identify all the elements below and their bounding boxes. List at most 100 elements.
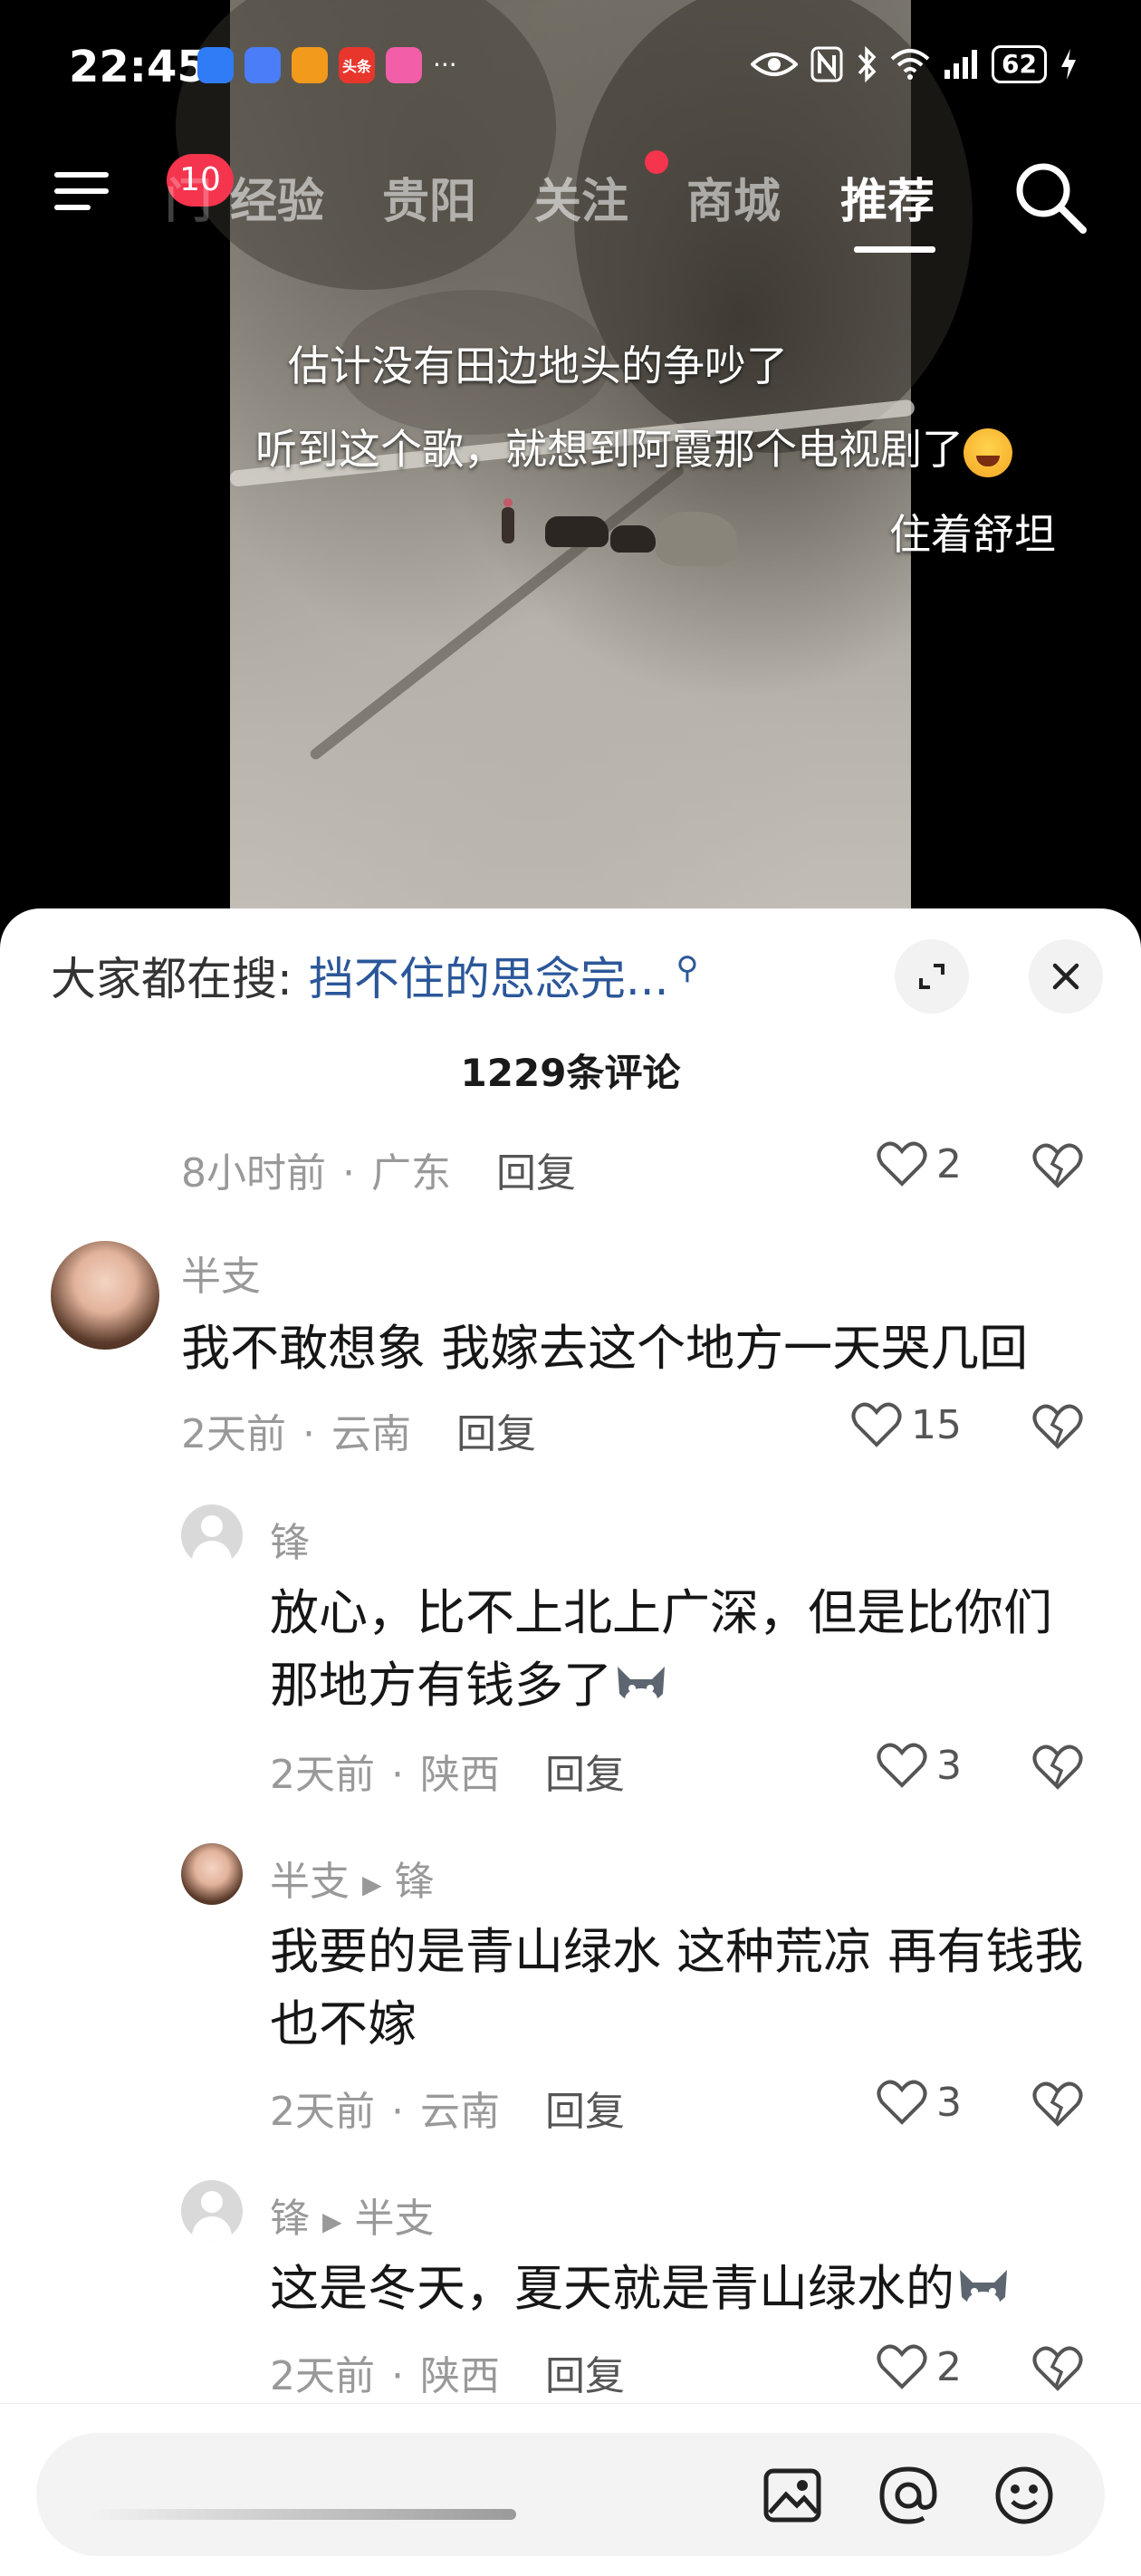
comment-text: 我要的是青山绿水 这种荒凉 再有钱我也不嫁 bbox=[270, 1923, 1084, 2052]
like-button[interactable]: 15 bbox=[851, 1401, 962, 1448]
separator: · bbox=[391, 2353, 404, 2399]
separator: · bbox=[342, 1150, 355, 1197]
menu-button[interactable]: 10 bbox=[54, 154, 234, 214]
menu-line bbox=[54, 172, 109, 178]
heart-icon bbox=[877, 2344, 927, 2389]
comment-region: 陕西 bbox=[420, 1752, 500, 1798]
tab-following[interactable]: 关注 bbox=[534, 163, 628, 231]
avatar[interactable] bbox=[181, 2180, 243, 2242]
comment-time: 8小时前 bbox=[181, 1150, 326, 1197]
reply-button[interactable]: 回复 bbox=[545, 2089, 625, 2135]
nfc-icon bbox=[810, 46, 843, 82]
comment-meta: 2天前 · 云南 回复 bbox=[181, 1401, 536, 1459]
comment-region: 广东 bbox=[371, 1150, 451, 1197]
expand-button[interactable] bbox=[895, 939, 969, 1014]
status-time: 22:45 bbox=[69, 42, 207, 92]
like-button[interactable]: 2 bbox=[877, 2343, 962, 2390]
active-tab-indicator bbox=[854, 246, 935, 253]
broken-heart-icon bbox=[1032, 1404, 1083, 1449]
search-button[interactable] bbox=[1011, 158, 1090, 237]
trending-search[interactable]: 大家都在搜: 挡不住的思念完... ⚲ bbox=[51, 943, 698, 1008]
status-app-icons: 头条 ··· bbox=[197, 47, 457, 83]
broken-heart-icon bbox=[1032, 2081, 1083, 2127]
comment-username[interactable]: 锋 ▶ 半支 bbox=[270, 2186, 435, 2244]
wifi-icon bbox=[890, 49, 930, 80]
image-icon[interactable] bbox=[761, 2464, 824, 2527]
eye-icon bbox=[751, 53, 799, 76]
comment-region: 陕西 bbox=[420, 2353, 500, 2399]
close-icon bbox=[1052, 963, 1079, 990]
broken-heart-icon bbox=[1032, 1143, 1083, 1188]
comment-username[interactable]: 锋 bbox=[270, 1510, 310, 1568]
separator: · bbox=[302, 1411, 315, 1457]
menu-line bbox=[54, 188, 109, 194]
fox-emoji-icon bbox=[618, 1667, 665, 1711]
like-button[interactable]: 3 bbox=[877, 2079, 962, 2126]
menu-line bbox=[54, 205, 91, 210]
separator: · bbox=[391, 2089, 404, 2135]
status-bar: 22:45 头条 ··· 62 bbox=[0, 0, 1141, 145]
dislike-button[interactable] bbox=[1032, 1403, 1083, 1454]
heart-icon bbox=[877, 1141, 927, 1187]
comment-region: 云南 bbox=[331, 1411, 411, 1457]
tab-partial[interactable]: 门 bbox=[165, 163, 212, 231]
comment-input-bar bbox=[0, 2403, 1141, 2576]
like-count: 2 bbox=[936, 1140, 962, 1187]
dislike-button[interactable] bbox=[1032, 2081, 1083, 2131]
battery-indicator: 62 bbox=[992, 45, 1047, 83]
comment-meta: 8小时前 · 广东 回复 bbox=[181, 1140, 576, 1198]
avatar[interactable] bbox=[181, 1843, 243, 1905]
tab-recommend[interactable]: 推荐 bbox=[840, 163, 935, 231]
app-toutiao-icon: 头条 bbox=[339, 47, 375, 83]
comment-username[interactable]: 半支 bbox=[181, 1244, 261, 1302]
reply-button[interactable]: 回复 bbox=[496, 1150, 576, 1197]
like-button[interactable]: 3 bbox=[877, 1742, 962, 1789]
avatar[interactable] bbox=[51, 1241, 159, 1350]
comment-time: 2天前 bbox=[181, 1411, 286, 1457]
tab-mall[interactable]: 商城 bbox=[686, 163, 781, 231]
reply-button[interactable]: 回复 bbox=[456, 1411, 536, 1457]
like-button[interactable]: 2 bbox=[877, 1140, 962, 1187]
new-content-dot bbox=[645, 150, 668, 174]
app-play-icon bbox=[292, 47, 328, 83]
comment-text: 放心，比不上北上广深，但是比你们那地方有钱多了 bbox=[270, 1584, 1052, 1714]
more-notifications-icon: ··· bbox=[433, 50, 457, 80]
comment-time: 2天前 bbox=[270, 2089, 375, 2135]
heart-icon bbox=[877, 1743, 927, 1788]
trending-search-label: 大家都在搜: bbox=[51, 953, 292, 1005]
tab-experience[interactable]: 经验 bbox=[230, 163, 324, 231]
top-navigation: 10 门 经验 贵阳 关注 商城 推荐 bbox=[0, 145, 1141, 253]
close-button[interactable] bbox=[1029, 939, 1103, 1014]
charging-icon bbox=[1061, 49, 1076, 80]
emoji-icon[interactable] bbox=[992, 2464, 1056, 2527]
comment-meta: 2天前 · 云南 回复 bbox=[270, 2079, 625, 2137]
reply-button[interactable]: 回复 bbox=[545, 2353, 625, 2399]
input-cursor-hint bbox=[91, 2509, 516, 2520]
dislike-button[interactable] bbox=[1032, 2345, 1083, 2396]
app-globe-icon bbox=[244, 47, 281, 83]
reply-arrow-icon: ▶ bbox=[322, 2206, 342, 2236]
comment-text: 这是冬天，夏天就是青山绿水的 bbox=[270, 2253, 1103, 2325]
comment-region: 云南 bbox=[420, 2089, 500, 2135]
ravine bbox=[308, 463, 686, 762]
avatar[interactable] bbox=[181, 1504, 243, 1566]
tab-guiyang[interactable]: 贵阳 bbox=[382, 163, 476, 231]
comment-username[interactable]: 半支 ▶ 锋 bbox=[270, 1849, 435, 1907]
app-bubble-icon bbox=[386, 47, 422, 83]
separator: · bbox=[391, 1752, 404, 1798]
comment-input-box[interactable] bbox=[36, 2433, 1105, 2556]
comment-meta: 2天前 · 陕西 回复 bbox=[270, 1742, 625, 1800]
search-icon bbox=[1016, 163, 1087, 234]
comment-input[interactable] bbox=[72, 2460, 710, 2531]
app-ring-icon bbox=[197, 47, 234, 83]
expand-icon bbox=[919, 964, 944, 989]
signal-icon bbox=[944, 50, 978, 79]
at-mention-icon[interactable] bbox=[877, 2464, 940, 2527]
laughing-emoji-icon bbox=[964, 428, 1012, 477]
trending-search-query[interactable]: 挡不住的思念完... bbox=[309, 953, 669, 1005]
reply-button[interactable]: 回复 bbox=[545, 1752, 625, 1798]
comment-sheet: 大家都在搜: 挡不住的思念完... ⚲ 1229条评论 8小时前 · 广东 回复 2 半支… bbox=[0, 908, 1141, 2576]
comment-meta: 2天前 · 陕西 回复 bbox=[270, 2343, 625, 2401]
dislike-button[interactable] bbox=[1032, 1142, 1083, 1193]
dislike-button[interactable] bbox=[1032, 1744, 1083, 1794]
